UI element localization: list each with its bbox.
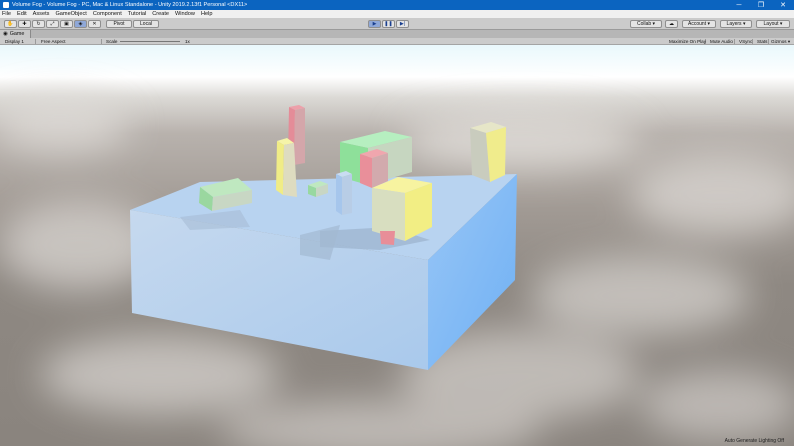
- scale-tool-button[interactable]: ⤢: [46, 20, 59, 28]
- transform-tool-button[interactable]: ◈: [74, 20, 87, 28]
- game-controller-icon: ◉: [3, 31, 8, 37]
- local-toggle[interactable]: Local: [133, 20, 159, 28]
- window-title: Volume Fog - Volume Fog - PC, Mac & Linu…: [12, 2, 248, 8]
- game-options-bar: Display 1 Free Aspect Scale 1x Maximize …: [0, 38, 794, 45]
- menu-assets[interactable]: Assets: [33, 11, 50, 17]
- pause-button[interactable]: ❚❚: [382, 20, 395, 28]
- aspect-dropdown[interactable]: Free Aspect: [38, 39, 102, 44]
- maximize-label: Maximize On Play: [669, 39, 707, 44]
- scale-value: 1x: [185, 39, 190, 44]
- menu-component[interactable]: Component: [93, 11, 122, 17]
- play-icon: ▶: [372, 21, 377, 27]
- menu-file[interactable]: File: [2, 11, 11, 17]
- yellow-pillar-left: [276, 138, 297, 197]
- mute-audio-toggle[interactable]: Mute Audio: [707, 39, 735, 44]
- scale-icon: ⤢: [50, 21, 55, 27]
- custom-tool-icon: ✕: [92, 21, 97, 27]
- pivot-toggle[interactable]: Pivot: [106, 20, 132, 28]
- layers-label: Layers ▾: [726, 21, 746, 27]
- local-label: Local: [140, 21, 152, 27]
- menu-edit[interactable]: Edit: [17, 11, 27, 17]
- menu-help[interactable]: Help: [201, 11, 213, 17]
- layout-dropdown[interactable]: Layout ▾: [756, 20, 790, 28]
- mute-label: Mute Audio: [710, 39, 733, 44]
- pivot-label: Pivot: [113, 21, 125, 27]
- scene-render: [0, 97, 794, 446]
- rect-icon: ▣: [64, 21, 69, 27]
- vsync-label: VSync: [739, 39, 753, 44]
- red-cube-center: [360, 149, 388, 188]
- window-controls: ─ ❐ ✕: [728, 0, 794, 10]
- display-dropdown[interactable]: Display 1: [2, 39, 36, 44]
- minimize-button[interactable]: ─: [728, 0, 750, 10]
- account-label: Account ▾: [688, 21, 710, 27]
- scale-label: Scale: [106, 39, 118, 44]
- hand-icon: ✋: [7, 21, 14, 27]
- layout-label: Layout ▾: [763, 21, 783, 27]
- custom-tool-button[interactable]: ✕: [88, 20, 101, 28]
- layers-dropdown[interactable]: Layers ▾: [720, 20, 752, 28]
- stats-toggle[interactable]: Stats: [754, 39, 769, 44]
- menu-create[interactable]: Create: [152, 11, 169, 17]
- pause-icon: ❚❚: [384, 21, 393, 27]
- rotate-icon: ↻: [36, 21, 41, 27]
- blue-pillar-center: [336, 171, 352, 215]
- move-tool-button[interactable]: ✚: [18, 20, 31, 28]
- display-label: Display 1: [5, 39, 24, 44]
- move-icon: ✚: [22, 21, 27, 27]
- gizmos-label: Gizmos ▾: [771, 38, 791, 44]
- lighting-status: Auto Generate Lighting Off: [724, 438, 784, 444]
- game-tab-bar: ◉ Game: [0, 30, 794, 38]
- maximize-on-play-toggle[interactable]: Maximize On Play: [666, 39, 706, 44]
- play-button[interactable]: ▶: [368, 20, 381, 28]
- aspect-label: Free Aspect: [41, 39, 66, 44]
- cloud-icon: ☁: [669, 21, 674, 27]
- menu-bar: File Edit Assets GameObject Component Tu…: [0, 10, 794, 18]
- collab-dropdown[interactable]: Collab ▾: [630, 20, 662, 28]
- step-button[interactable]: ▶|: [396, 20, 409, 28]
- menu-gameobject[interactable]: GameObject: [55, 11, 86, 17]
- vsync-toggle[interactable]: VSync: [736, 39, 753, 44]
- hand-tool-button[interactable]: ✋: [4, 20, 17, 28]
- unity-icon: [3, 2, 9, 8]
- step-icon: ▶|: [399, 21, 406, 27]
- close-button[interactable]: ✕: [772, 0, 794, 10]
- main-toolbar: ✋ ✚ ↻ ⤢ ▣ ◈ ✕ Pivot Local ▶ ❚❚ ▶| Collab…: [0, 18, 794, 30]
- transform-icon: ◈: [78, 21, 83, 27]
- scale-slider[interactable]: [120, 39, 184, 44]
- window-titlebar: Volume Fog - Volume Fog - PC, Mac & Linu…: [0, 0, 794, 10]
- maximize-button[interactable]: ❐: [750, 0, 772, 10]
- slider-track: [120, 41, 180, 42]
- rect-tool-button[interactable]: ▣: [60, 20, 73, 28]
- tab-game-label: Game: [9, 31, 25, 37]
- red-pillar-front: [380, 231, 395, 245]
- gizmos-dropdown[interactable]: Gizmos ▾: [771, 39, 793, 44]
- beige-tower-right: [470, 122, 506, 182]
- tab-game[interactable]: ◉ Game: [0, 30, 32, 38]
- game-view[interactable]: Auto Generate Lighting Off: [0, 45, 794, 446]
- account-dropdown[interactable]: Account ▾: [682, 20, 716, 28]
- cloud-button[interactable]: ☁: [665, 20, 678, 28]
- menu-tutorial[interactable]: Tutorial: [128, 11, 146, 17]
- menu-window[interactable]: Window: [175, 11, 195, 17]
- collab-label: Collab ▾: [636, 21, 656, 27]
- rotate-tool-button[interactable]: ↻: [32, 20, 45, 28]
- stats-label: Stats: [757, 39, 768, 44]
